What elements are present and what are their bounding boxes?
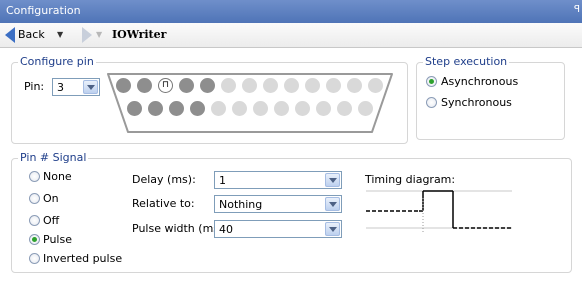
signal-off-label[interactable]: Off <box>43 214 59 227</box>
pulse-width-label: Pulse width (ms): <box>132 222 228 235</box>
forward-arrow-icon[interactable] <box>82 27 92 43</box>
signal-on-label[interactable]: On <box>43 192 59 205</box>
connector-pin[interactable] <box>242 78 257 93</box>
connector-pin[interactable] <box>253 101 268 116</box>
step-execution-legend: Step execution <box>423 55 510 68</box>
pin-signal-legend: Pin # Signal <box>18 151 89 164</box>
delay-label: Delay (ms): <box>132 173 196 186</box>
signal-off-radio[interactable] <box>29 215 40 226</box>
connector-pin[interactable] <box>116 78 131 93</box>
connector-pin[interactable] <box>179 78 194 93</box>
chevron-down-icon[interactable] <box>83 80 98 94</box>
pin-select-value: 3 <box>57 81 64 94</box>
back-history-dropdown-icon[interactable]: ▼ <box>57 30 63 39</box>
relative-to-label: Relative to: <box>132 197 195 210</box>
connector-pin[interactable] <box>211 101 226 116</box>
connector-pin[interactable] <box>200 78 215 93</box>
pin-label: Pin: <box>24 80 45 93</box>
page-title: IOWriter <box>112 28 167 41</box>
chevron-down-icon[interactable] <box>325 173 340 187</box>
connector-pin[interactable] <box>127 101 142 116</box>
pulse-width-value: 40 <box>219 223 233 236</box>
connector-pin[interactable] <box>305 78 320 93</box>
delay-value: 1 <box>219 174 226 187</box>
signal-none-label[interactable]: None <box>43 170 72 183</box>
asynchronous-radio[interactable] <box>426 76 437 87</box>
timing-diagram-label: Timing diagram: <box>365 173 456 186</box>
connector-pin[interactable] <box>368 78 383 93</box>
connector-pin[interactable] <box>284 78 299 93</box>
signal-inverted-pulse-radio[interactable] <box>29 253 40 264</box>
window-title: Configuration <box>6 4 81 17</box>
relative-to-value: Nothing <box>219 198 263 211</box>
connector-pin[interactable] <box>263 78 278 93</box>
connector-pin[interactable] <box>232 101 247 116</box>
forward-history-dropdown-icon[interactable]: ▼ <box>96 30 102 39</box>
signal-inverted-pulse-label[interactable]: Inverted pulse <box>43 252 122 265</box>
connector-pin[interactable] <box>169 101 184 116</box>
delay-input[interactable]: 1 <box>214 171 342 189</box>
connector-pin[interactable] <box>316 101 331 116</box>
step-execution-group: Step execution Asynchronous Synchronous <box>416 55 565 140</box>
connector-pin[interactable] <box>295 101 310 116</box>
relative-to-select[interactable]: Nothing <box>214 195 342 213</box>
signal-pulse-radio[interactable] <box>29 234 40 245</box>
pin-window-icon[interactable]: ꟼ <box>574 4 580 15</box>
signal-on-radio[interactable] <box>29 193 40 204</box>
back-button[interactable]: Back <box>18 28 45 41</box>
connector-pin[interactable] <box>347 78 362 93</box>
asynchronous-label[interactable]: Asynchronous <box>441 75 518 88</box>
synchronous-radio[interactable] <box>426 97 437 108</box>
connector-pin[interactable] <box>190 101 205 116</box>
connector-pin[interactable] <box>358 101 373 116</box>
configure-pin-group: Configure pin Pin: 3 ⊓ <box>11 55 408 144</box>
pulse-pin-icon[interactable]: ⊓ <box>158 78 173 93</box>
signal-none-radio[interactable] <box>29 171 40 182</box>
connector-pin[interactable] <box>337 101 352 116</box>
configure-pin-legend: Configure pin <box>18 55 96 68</box>
connector-pin[interactable] <box>148 101 163 116</box>
signal-pulse-label[interactable]: Pulse <box>43 233 72 246</box>
connector-pin[interactable] <box>274 101 289 116</box>
navigation-toolbar: Back ▼ ▼ IOWriter <box>0 23 582 48</box>
back-arrow-icon[interactable] <box>5 27 15 43</box>
timing-diagram <box>366 190 512 234</box>
connector-pin[interactable] <box>221 78 236 93</box>
window-title-bar: Configuration ꟼ <box>0 0 582 23</box>
connector-pin[interactable] <box>137 78 152 93</box>
synchronous-label[interactable]: Synchronous <box>441 96 512 109</box>
connector-pin[interactable] <box>326 78 341 93</box>
pulse-width-select[interactable]: 40 <box>214 220 342 238</box>
pin-select[interactable]: 3 <box>52 78 100 96</box>
chevron-down-icon[interactable] <box>325 222 340 236</box>
chevron-down-icon[interactable] <box>325 197 340 211</box>
pin-signal-group: Pin # Signal None On Off Pulse Inverted … <box>11 151 572 273</box>
